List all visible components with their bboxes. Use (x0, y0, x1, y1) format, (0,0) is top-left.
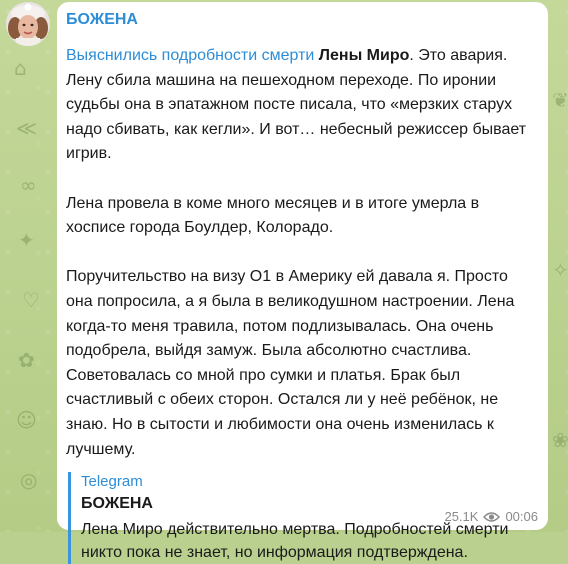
paw-doodle-icon: ✿ (18, 348, 35, 372)
heart-doodle-icon: ♡ (22, 288, 40, 312)
message-meta: 25.1K 00:06 (444, 509, 538, 524)
quote-text: Лена Миро действительно мертва. Подробно… (81, 521, 509, 562)
message-time: 00:06 (505, 509, 538, 524)
bone-doodle-icon: ∞ (20, 173, 37, 197)
message-text: Выяснились подробности смерти Лены Миро.… (66, 44, 538, 462)
fish-doodle-icon: ≪ (16, 116, 37, 140)
view-count: 25.1K (444, 509, 479, 524)
star-doodle-icon: ✦ (18, 228, 35, 252)
leaf-doodle-icon: ❦ (552, 88, 568, 112)
sparkle-doodle-icon: ✧ (552, 258, 568, 282)
quote-source-link[interactable]: Telegram (81, 472, 538, 492)
eye-icon (483, 511, 501, 522)
paragraph-2: Лена провела в коме много месяцев и в ит… (66, 194, 480, 237)
house-doodle-icon: ⌂ (14, 56, 27, 80)
avatar-portrait-icon (6, 2, 50, 46)
paragraph-3: Поручительство на визу О1 в Америку ей д… (66, 268, 515, 458)
paragraph-1-text: . Это авария. Лену сбила машина на пешех… (66, 47, 527, 163)
drop-doodle-icon: ❀ (552, 428, 568, 452)
channel-avatar[interactable] (6, 2, 50, 46)
ball-doodle-icon: ◎ (20, 468, 38, 492)
bold-name: Лены Миро (318, 47, 410, 64)
message-bubble: БОЖЕНА Выяснились подробности смерти Лен… (57, 2, 548, 564)
paragraph-1: Выяснились подробности смерти Лены Миро.… (66, 44, 538, 167)
sender-name[interactable]: БОЖЕНА (66, 10, 538, 36)
message-link[interactable]: Выяснились подробности смерти (66, 47, 314, 64)
cat-doodle-icon: ☺ (16, 408, 37, 432)
